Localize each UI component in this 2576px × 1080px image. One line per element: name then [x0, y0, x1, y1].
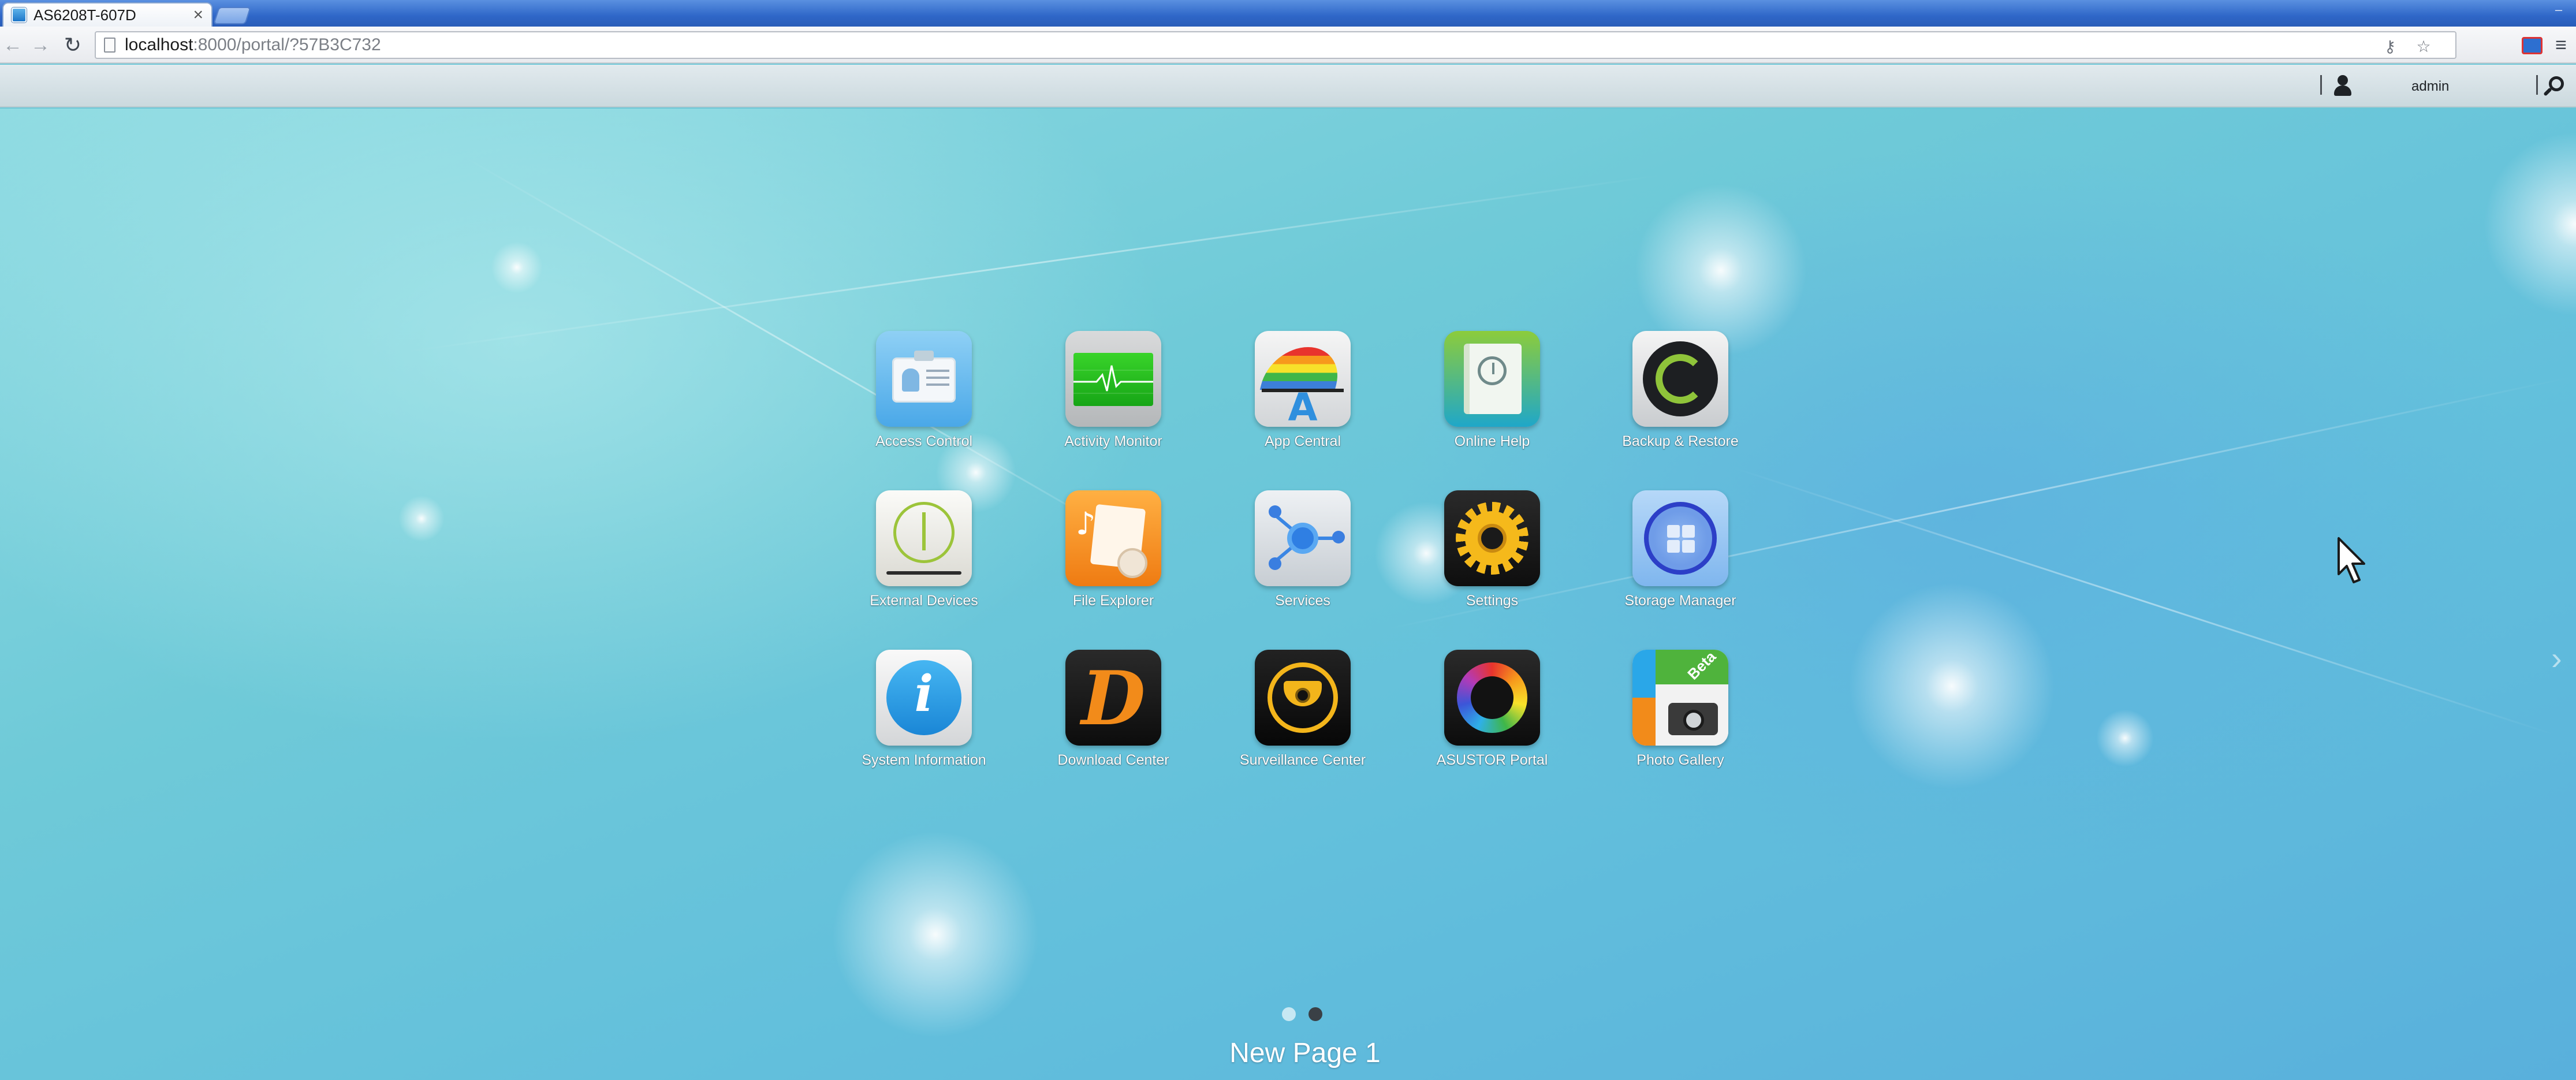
page-dot-2[interactable] — [1308, 1007, 1322, 1021]
url-path: :8000/portal/?57B3C732 — [193, 35, 381, 54]
page-dot-1[interactable] — [1282, 1007, 1296, 1021]
browser-menu-icon[interactable]: ≡ — [2551, 35, 2571, 55]
forward-arrow-icon[interactable]: → — [30, 35, 51, 55]
bookmark-star-icon[interactable]: ☆ — [2415, 38, 2432, 55]
access-control-icon — [876, 331, 972, 427]
app-label: Access Control — [875, 433, 973, 449]
username-label[interactable]: admin — [2411, 79, 2449, 95]
download-center-icon: D — [1065, 650, 1161, 746]
app-icon-grid: Access Control Activity Monitor A App Ce… — [849, 331, 1750, 805]
user-icon[interactable] — [2332, 74, 2353, 97]
light-flare — [2096, 709, 2154, 767]
nas-favicon-icon — [12, 8, 27, 23]
app-backup-restore[interactable]: Backup & Restore — [1605, 331, 1755, 481]
system-information-icon: i — [876, 650, 972, 746]
back-arrow-icon[interactable]: ← — [2, 35, 23, 55]
app-photo-gallery[interactable]: Beta Photo Gallery — [1605, 650, 1755, 800]
app-label: Backup & Restore — [1622, 433, 1739, 449]
app-label: System Information — [862, 752, 986, 768]
app-asustor-portal[interactable]: ASUSTOR Portal — [1417, 650, 1567, 800]
light-streak — [404, 174, 1662, 353]
new-tab-button[interactable] — [213, 7, 251, 24]
app-central-icon: A — [1255, 331, 1351, 427]
browser-tab[interactable]: AS6208T-607D × — [2, 2, 213, 27]
app-label: App Central — [1264, 433, 1341, 449]
online-help-icon — [1444, 331, 1540, 427]
app-app-central[interactable]: A App Central — [1228, 331, 1378, 481]
next-page-arrow-icon[interactable]: › — [2551, 641, 2568, 676]
app-label: Activity Monitor — [1064, 433, 1162, 449]
app-external-devices[interactable]: External Devices — [849, 490, 999, 640]
tab-title: AS6208T-607D — [33, 6, 136, 24]
browser-tab-strip: AS6208T-607D × – — [0, 0, 2576, 27]
photo-gallery-icon: Beta — [1632, 650, 1728, 746]
key-icon[interactable]: ⚷ — [2381, 38, 2399, 55]
app-online-help[interactable]: Online Help — [1417, 331, 1567, 481]
app-settings[interactable]: Settings — [1417, 490, 1567, 640]
app-file-explorer[interactable]: ♪ File Explorer — [1038, 490, 1188, 640]
app-access-control[interactable]: Access Control — [849, 331, 999, 481]
address-bar[interactable]: localhost:8000/portal/?57B3C732 ⚷ ☆ — [95, 31, 2456, 59]
app-label: Online Help — [1454, 433, 1530, 449]
app-label: Services — [1275, 593, 1330, 609]
activity-monitor-icon — [1065, 331, 1161, 427]
extension-icon[interactable] — [2522, 37, 2543, 54]
app-label: Photo Gallery — [1636, 752, 1724, 768]
page-name-label: New Page 1 — [1229, 1038, 1381, 1068]
header-divider — [2536, 75, 2538, 95]
asustor-portal-icon — [1444, 650, 1540, 746]
header-divider — [2320, 75, 2322, 95]
surveillance-center-icon — [1255, 650, 1351, 746]
external-devices-icon — [876, 490, 972, 586]
window-minimize-icon[interactable]: – — [2552, 3, 2566, 16]
camera-icon — [1668, 703, 1718, 735]
search-icon[interactable] — [2542, 75, 2565, 98]
light-flare — [832, 831, 1039, 1038]
backup-restore-icon — [1632, 331, 1728, 427]
portal-header-bar: admin — [0, 65, 2576, 107]
settings-icon — [1444, 490, 1540, 586]
portal-desktop: Access Control Activity Monitor A App Ce… — [0, 109, 2576, 1080]
app-label: File Explorer — [1072, 593, 1154, 609]
light-flare — [1848, 582, 2056, 790]
app-label: Settings — [1466, 593, 1519, 609]
mouse-cursor-icon — [2338, 537, 2365, 583]
app-surveillance-center[interactable]: Surveillance Center — [1228, 650, 1378, 800]
light-flare — [398, 496, 445, 542]
app-system-information[interactable]: i System Information — [849, 650, 999, 800]
app-services[interactable]: Services — [1228, 490, 1378, 640]
file-explorer-icon: ♪ — [1065, 490, 1161, 586]
storage-manager-icon — [1632, 490, 1728, 586]
app-label: Download Center — [1057, 752, 1169, 768]
light-flare — [2483, 132, 2576, 316]
app-storage-manager[interactable]: Storage Manager — [1605, 490, 1755, 640]
services-icon — [1255, 490, 1351, 586]
app-label: Surveillance Center — [1239, 752, 1366, 768]
light-flare — [491, 241, 543, 293]
url-host: localhost — [125, 35, 193, 54]
app-label: Storage Manager — [1624, 593, 1736, 609]
app-label: ASUSTOR Portal — [1436, 752, 1548, 768]
close-tab-icon[interactable]: × — [193, 6, 203, 24]
page-icon — [104, 38, 115, 53]
reload-icon[interactable]: ↻ — [62, 35, 83, 55]
page-indicator — [1282, 1007, 1322, 1021]
browser-toolbar: ← → ↻ localhost:8000/portal/?57B3C732 ⚷ … — [0, 27, 2576, 64]
app-label: External Devices — [870, 593, 978, 609]
app-download-center[interactable]: D Download Center — [1038, 650, 1188, 800]
app-activity-monitor[interactable]: Activity Monitor — [1038, 331, 1188, 481]
